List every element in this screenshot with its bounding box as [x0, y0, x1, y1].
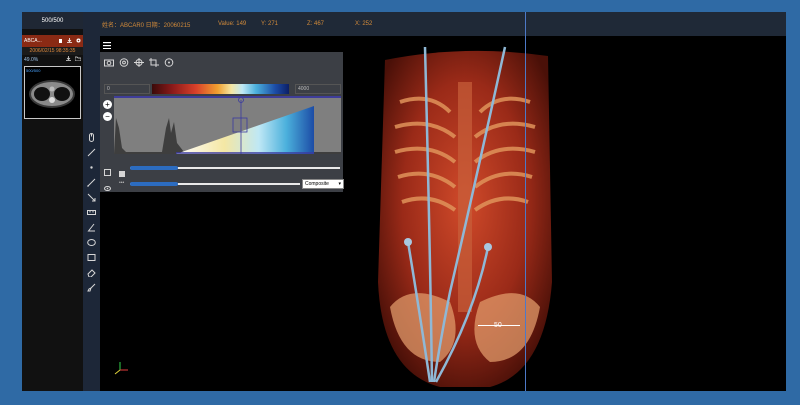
aperture-icon[interactable] — [119, 54, 129, 72]
tool-column — [83, 12, 100, 391]
eye-icon — [104, 179, 111, 197]
reference-line[interactable] — [525, 12, 526, 391]
scale-label: 50 — [494, 322, 502, 329]
line-measure-icon[interactable] — [85, 176, 98, 188]
value-readout: Value: 149 — [218, 21, 247, 27]
line-icon[interactable] — [85, 146, 98, 158]
zoom-out-button[interactable]: − — [103, 112, 112, 121]
download-icon[interactable] — [67, 37, 72, 45]
series-date: 2006/02/15 98:35:35 — [22, 47, 83, 55]
folder-icon[interactable] — [74, 56, 82, 63]
tf-toolbar — [104, 54, 174, 72]
y-readout: Y: 271 — [261, 21, 279, 27]
dot-icon[interactable] — [85, 161, 98, 173]
x-readout: X: 252 — [355, 21, 373, 27]
z-readout: Z: 467 — [307, 21, 325, 27]
3d-viewport[interactable]: 姓名：ABCAR0 日期：20060215 Value: 149 Y: 271 … — [100, 12, 786, 391]
color-gradient-bar[interactable] — [152, 84, 289, 94]
angle-icon[interactable] — [85, 221, 98, 233]
series-panel: 500/500 ABCA... 2006/02/15 98:35:35 49.0… — [22, 12, 83, 391]
series-header[interactable]: ABCA... — [22, 35, 83, 47]
render-mode-select[interactable]: Composite ▾ — [302, 179, 344, 189]
orientation-axes — [114, 362, 128, 375]
crosshair-icon[interactable] — [134, 54, 144, 72]
reset-icon[interactable] — [164, 54, 174, 72]
menu-icon[interactable] — [103, 42, 111, 49]
brush-icon[interactable] — [85, 281, 98, 293]
series-name: ABCA... — [24, 38, 42, 44]
ct-slice-image — [29, 80, 75, 108]
arrow-icon[interactable] — [85, 191, 98, 203]
min-value-field[interactable]: 0 — [104, 84, 150, 94]
thumbnail-label: 500/500 — [26, 68, 41, 73]
info-bar: 姓名：ABCAR0 日期：20060215 Value: 149 Y: 271 … — [100, 12, 786, 36]
settings-icon[interactable] — [76, 38, 81, 45]
image-count: 500/500 — [22, 12, 83, 29]
crop-icon[interactable] — [149, 54, 159, 72]
ruler-icon[interactable] — [85, 206, 98, 218]
render-mode-value: Composite — [305, 181, 329, 187]
rectangle-icon[interactable] — [85, 251, 98, 263]
histogram-plot[interactable] — [114, 97, 341, 154]
eraser-icon[interactable] — [85, 266, 98, 278]
zoom-in-button[interactable]: + — [103, 100, 112, 109]
patient-info: 姓名：ABCAR0 日期：20060215 — [102, 22, 191, 29]
download-icon[interactable] — [66, 56, 71, 63]
progress-text: 49.0% — [24, 56, 39, 63]
volume-render — [378, 46, 552, 387]
delete-icon[interactable] — [58, 38, 63, 45]
chevron-down-icon: ▾ — [338, 181, 341, 187]
sample-slider-fill[interactable] — [130, 182, 178, 186]
dots-icon: ••• — [119, 180, 125, 186]
transfer-function-panel: 0 4000 + − ••• Composite ▾ — [100, 52, 344, 192]
ellipse-icon[interactable] — [85, 236, 98, 248]
series-status: 49.0% — [22, 55, 83, 64]
series-thumbnail[interactable]: 500/500 — [24, 66, 81, 119]
max-value-field[interactable]: 4000 — [295, 84, 341, 94]
mouse-icon[interactable] — [85, 131, 98, 143]
opacity-slider-row — [102, 162, 341, 177]
camera-icon[interactable] — [104, 54, 114, 72]
opacity-slider-fill[interactable] — [130, 166, 178, 170]
